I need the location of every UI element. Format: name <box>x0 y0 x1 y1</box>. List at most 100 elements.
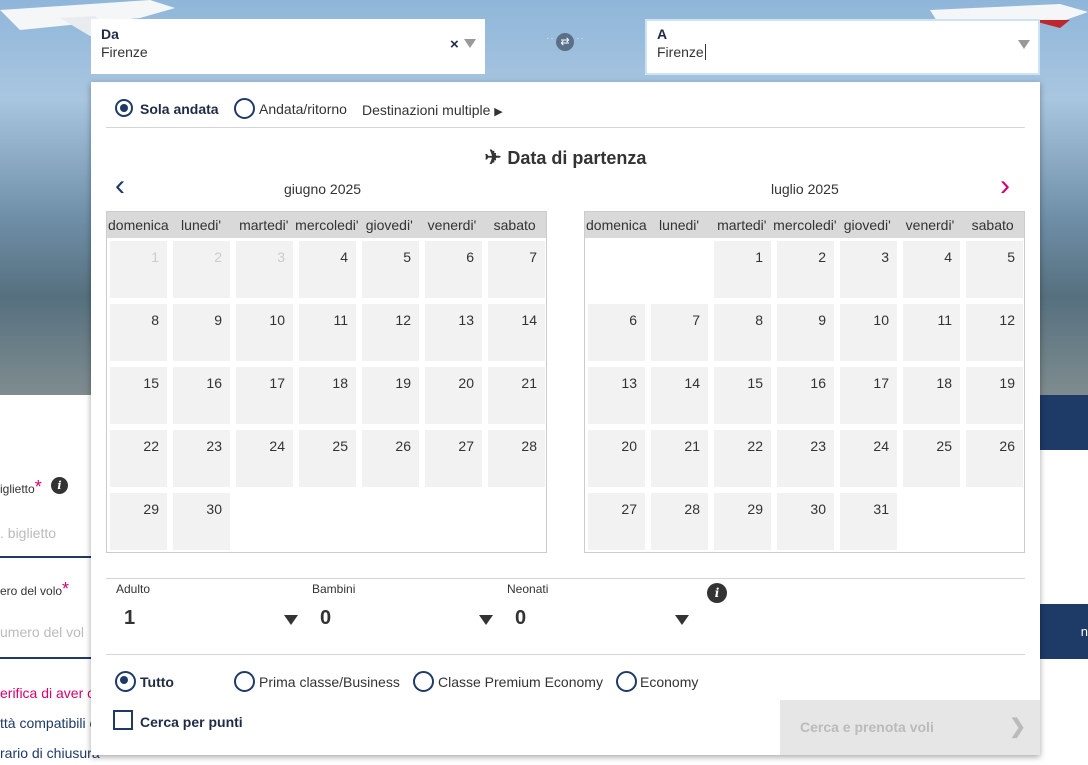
calendar-day[interactable]: 23 <box>170 427 233 490</box>
calendar-day[interactable]: 16 <box>774 364 837 427</box>
calendar-day[interactable]: 15 <box>711 364 774 427</box>
calendar-day[interactable]: 30 <box>170 490 233 553</box>
calendar-day[interactable]: 7 <box>648 301 711 364</box>
calendar-day[interactable]: 19 <box>359 364 422 427</box>
calendar-day[interactable]: 29 <box>107 490 170 553</box>
calendar-day[interactable]: 15 <box>107 364 170 427</box>
calendar-day-number: 25 <box>299 430 356 487</box>
points-label[interactable]: Cerca per punti <box>140 714 243 730</box>
calendar-day[interactable]: 21 <box>485 364 548 427</box>
calendar-day[interactable]: 9 <box>774 301 837 364</box>
calendar-day[interactable]: 5 <box>963 238 1026 301</box>
calendar-day[interactable]: 27 <box>585 490 648 553</box>
cabin-premium-label[interactable]: Classe Premium Economy <box>438 674 603 690</box>
calendar-day[interactable]: 4 <box>296 238 359 301</box>
bg-info-icon[interactable]: i <box>51 477 68 494</box>
chevron-down-icon[interactable] <box>464 39 476 48</box>
calendar-day[interactable]: 1 <box>711 238 774 301</box>
calendar-day[interactable]: 6 <box>422 238 485 301</box>
calendar-day[interactable]: 25 <box>900 427 963 490</box>
search-button[interactable]: Cerca e prenota voli ❯ <box>780 700 1040 755</box>
calendar-day[interactable]: 11 <box>900 301 963 364</box>
calendar-day[interactable]: 4 <box>900 238 963 301</box>
calendar-day[interactable]: 2 <box>774 238 837 301</box>
bg-link-compatible[interactable]: ttà compatibili c <box>0 715 96 731</box>
calendar-day[interactable]: 11 <box>296 301 359 364</box>
calendar-day[interactable]: 10 <box>837 301 900 364</box>
children-select[interactable]: 0 <box>320 607 331 630</box>
from-field[interactable]: Da Firenze × <box>91 19 485 74</box>
calendar-day[interactable]: 14 <box>485 301 548 364</box>
calendar-day[interactable]: 8 <box>107 301 170 364</box>
chevron-down-icon[interactable] <box>284 615 298 625</box>
calendar-day[interactable]: 28 <box>485 427 548 490</box>
cabin-business-radio[interactable] <box>234 671 255 692</box>
calendar-day[interactable]: 23 <box>774 427 837 490</box>
round-trip-radio[interactable] <box>234 98 255 119</box>
chevron-down-icon[interactable] <box>479 615 493 625</box>
calendar-day[interactable]: 10 <box>233 301 296 364</box>
calendar-day[interactable]: 17 <box>233 364 296 427</box>
calendar-day[interactable]: 27 <box>422 427 485 490</box>
to-value[interactable]: Firenze <box>657 44 706 60</box>
one-way-label[interactable]: Sola andata <box>140 101 219 117</box>
calendar-day[interactable]: 20 <box>585 427 648 490</box>
calendar-day[interactable]: 26 <box>963 427 1026 490</box>
calendar-day[interactable]: 31 <box>837 490 900 553</box>
infants-select[interactable]: 0 <box>515 607 526 630</box>
calendar-day[interactable]: 24 <box>837 427 900 490</box>
calendar-day[interactable]: 29 <box>711 490 774 553</box>
chevron-down-icon[interactable] <box>675 615 689 625</box>
from-value[interactable]: Firenze <box>101 44 148 60</box>
calendar-day[interactable]: 30 <box>774 490 837 553</box>
calendar-day[interactable]: 18 <box>900 364 963 427</box>
calendar-day[interactable]: 8 <box>711 301 774 364</box>
calendar-day[interactable]: 26 <box>359 427 422 490</box>
points-checkbox[interactable] <box>113 710 133 730</box>
calendar-day[interactable]: 12 <box>359 301 422 364</box>
calendar-day[interactable]: 22 <box>711 427 774 490</box>
calendar-day[interactable]: 24 <box>233 427 296 490</box>
calendar-day[interactable]: 28 <box>648 490 711 553</box>
one-way-radio[interactable] <box>115 99 133 117</box>
calendar-day[interactable]: 20 <box>422 364 485 427</box>
calendar-day[interactable]: 7 <box>485 238 548 301</box>
calendar-day[interactable]: 5 <box>359 238 422 301</box>
cabin-all-radio[interactable] <box>115 671 136 692</box>
next-month-arrow[interactable]: › <box>1000 171 1010 201</box>
swap-icon[interactable]: ⇄ <box>556 33 574 51</box>
calendar-day[interactable]: 18 <box>296 364 359 427</box>
cabin-business-label[interactable]: Prima classe/Business <box>259 674 400 690</box>
calendar-day[interactable]: 16 <box>170 364 233 427</box>
cabin-all-label[interactable]: Tutto <box>140 674 174 690</box>
calendar-day[interactable]: 3 <box>837 238 900 301</box>
bg-link-closing[interactable]: rario di chiusura <box>0 745 100 761</box>
calendar-day[interactable]: 12 <box>963 301 1026 364</box>
prev-month-arrow[interactable]: ‹ <box>115 171 125 201</box>
play-arrow-icon: ▶ <box>494 106 503 118</box>
calendar-day[interactable]: 22 <box>107 427 170 490</box>
calendar-day-number: 28 <box>488 430 545 487</box>
calendar-day[interactable]: 19 <box>963 364 1026 427</box>
calendar-day[interactable]: 21 <box>648 427 711 490</box>
calendar-day[interactable]: 17 <box>837 364 900 427</box>
round-trip-label[interactable]: Andata/ritorno <box>259 101 347 117</box>
multi-destination-link[interactable]: Destinazioni multiple ▶ <box>362 102 503 118</box>
calendar-day[interactable]: 13 <box>585 364 648 427</box>
calendar-day-number: 16 <box>173 367 230 424</box>
calendar-day[interactable]: 13 <box>422 301 485 364</box>
chevron-down-icon[interactable] <box>1018 40 1030 49</box>
calendar-day[interactable]: 6 <box>585 301 648 364</box>
adult-select[interactable]: 1 <box>124 607 135 630</box>
calendar-day[interactable]: 25 <box>296 427 359 490</box>
cabin-economy-label[interactable]: Economy <box>640 674 698 690</box>
calendar-day[interactable]: 9 <box>170 301 233 364</box>
cabin-premium-radio[interactable] <box>413 671 434 692</box>
calendar-day[interactable]: 14 <box>648 364 711 427</box>
clear-icon[interactable]: × <box>450 36 459 53</box>
bg-link-verify[interactable]: erifica di aver co <box>0 685 102 701</box>
info-icon[interactable]: i <box>707 583 727 603</box>
cabin-economy-radio[interactable] <box>616 671 637 692</box>
background-navy-button[interactable]: n <box>1040 604 1088 659</box>
to-field[interactable]: A Firenze <box>645 19 1040 75</box>
